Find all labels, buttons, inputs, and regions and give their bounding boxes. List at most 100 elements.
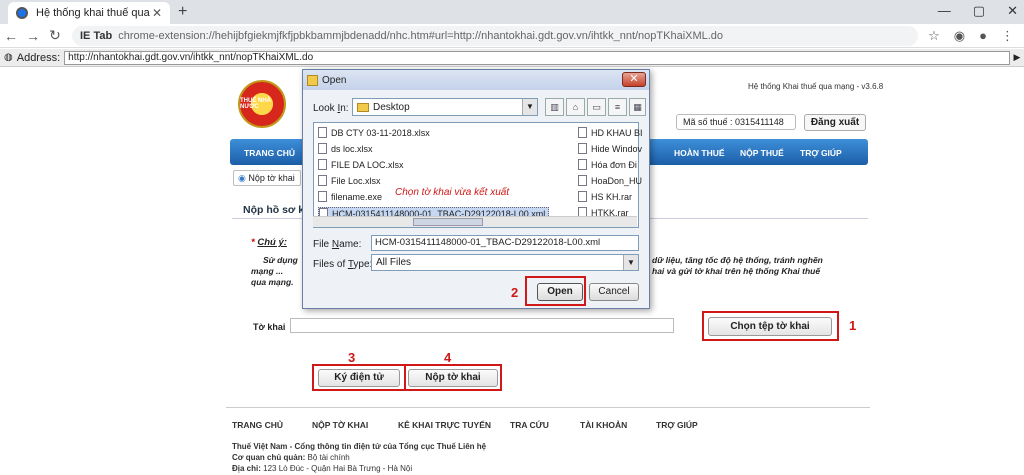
annotation-box-3 xyxy=(312,364,406,391)
tokhai-file-input[interactable] xyxy=(290,318,674,333)
footer-link-lookup[interactable]: TRA CỨU xyxy=(510,420,549,430)
list-item[interactable]: DB CTY 03-11-2018.xlsx xyxy=(318,127,430,138)
file-type-select[interactable]: All Files ▼ xyxy=(371,254,639,271)
footer-line-1: Thuế Việt Nam - Cổng thông tin điện tử c… xyxy=(232,442,487,451)
omnibox[interactable]: IE Tab chrome-extension://hehijbfgiekmjf… xyxy=(72,25,919,46)
list-item[interactable]: HD KHAU BI xyxy=(578,127,643,138)
list-item[interactable]: HoaDon_HU xyxy=(578,175,642,186)
browser-tab-strip: Hệ thống khai thuế qua mạng ✕ + — ▢ ✕ xyxy=(0,0,1024,24)
file-icon xyxy=(578,191,587,202)
note-line-2b: hai và gửi tờ khai trên hệ thống Khai th… xyxy=(652,266,821,276)
footer-link-online[interactable]: KÊ KHAI TRỰC TUYẾN xyxy=(398,420,491,430)
file-icon xyxy=(318,175,327,186)
reload-icon[interactable]: ↻ xyxy=(44,27,66,44)
footer-link-help[interactable]: TRỢ GIÚP xyxy=(656,420,698,430)
section-title: Nộp hồ sơ k xyxy=(243,204,305,216)
annotation-number-2: 2 xyxy=(511,285,519,300)
ie-tab-address-bar: ◍ Address: http://nhantokhai.gdt.gov.vn/… xyxy=(0,49,1024,67)
look-in-select[interactable]: Desktop ▼ xyxy=(352,98,538,116)
new-tab-icon[interactable]: + xyxy=(178,3,187,21)
tab-close-icon[interactable]: ✕ xyxy=(152,6,162,20)
footer-divider xyxy=(226,407,870,408)
horizontal-scrollbar[interactable] xyxy=(313,216,637,227)
file-icon xyxy=(578,175,587,186)
list-item[interactable]: HS KH.rar xyxy=(578,191,632,202)
go-icon[interactable]: ▶ xyxy=(1010,52,1024,63)
footer-link-submit[interactable]: NỘP TỜ KHAI xyxy=(312,420,368,430)
footer-line-2: Cơ quan chủ quản: Bộ tài chính xyxy=(232,453,350,462)
annotation-box-1 xyxy=(702,311,839,341)
note-line-3: qua mạng. xyxy=(251,277,294,287)
tax-code-value: 0315411148 xyxy=(735,117,784,127)
open-file-dialog: Open ✕ Look In: Desktop ▼ ▥ ⌂ ▭ ≡ ▦ DB C… xyxy=(302,69,650,309)
browser-tab[interactable]: Hệ thống khai thuế qua mạng ✕ xyxy=(8,2,170,24)
file-icon xyxy=(318,127,327,138)
file-icon xyxy=(318,143,327,154)
look-in-label: Look In: xyxy=(313,103,349,114)
menu-item-payment[interactable]: NỘP THUẾ xyxy=(740,148,784,158)
extension-icon[interactable]: ◉ xyxy=(954,28,965,44)
folder-icon xyxy=(357,102,369,112)
site-favicon-icon xyxy=(16,7,28,19)
up-folder-icon[interactable]: ▥ xyxy=(545,98,564,116)
file-icon xyxy=(318,191,327,202)
list-item[interactable]: Hide Windov xyxy=(578,143,642,154)
dialog-close-button[interactable]: ✕ xyxy=(622,72,646,87)
file-icon xyxy=(578,159,587,170)
breadcrumb-bullet-icon: ◉ xyxy=(238,173,246,183)
profile-icon[interactable]: ● xyxy=(979,28,987,44)
dialog-title: Open xyxy=(322,74,347,86)
note-line-1b: dữ liệu, tăng tốc độ hệ thống, tránh ngh… xyxy=(652,255,823,265)
tokhai-label: Tờ khai xyxy=(253,322,286,332)
scrollbar-thumb[interactable] xyxy=(413,218,483,226)
chevron-down-icon[interactable]: ▼ xyxy=(522,99,537,115)
note-line-2a: mạng ... xyxy=(251,266,284,276)
annotation-number-4: 4 xyxy=(444,350,452,365)
menu-item-refund[interactable]: HOÀN THUẾ xyxy=(674,148,725,158)
logout-button[interactable]: Đăng xuất xyxy=(804,114,866,131)
footer-link-account[interactable]: TÀI KHOẢN xyxy=(580,420,627,430)
annotation-number-3: 3 xyxy=(348,350,356,365)
list-item[interactable]: ds loc.xlsx xyxy=(318,143,373,154)
menu-icon[interactable]: ⋮ xyxy=(1001,28,1014,44)
window-controls: — ▢ ✕ xyxy=(938,3,1018,19)
tax-code-display: Mã số thuế : 0315411148 xyxy=(676,114,796,130)
cancel-button[interactable]: Cancel xyxy=(589,283,639,301)
note-label: * Chú ý: xyxy=(251,237,287,248)
chevron-down-icon[interactable]: ▼ xyxy=(623,255,638,270)
breadcrumb-label[interactable]: Nộp tờ khai xyxy=(248,173,294,183)
file-icon xyxy=(578,127,587,138)
list-item[interactable]: filename.exe xyxy=(318,191,382,202)
footer-link-home[interactable]: TRANG CHỦ xyxy=(232,420,283,430)
menu-item-help[interactable]: TRỢ GIÚP xyxy=(800,148,842,158)
dialog-title-bar[interactable]: Open xyxy=(303,70,649,90)
annotation-hint: Chọn tờ khai vừa kết xuất xyxy=(395,187,510,198)
file-list[interactable]: DB CTY 03-11-2018.xlsx ds loc.xlsx FILE … xyxy=(313,122,643,228)
minimize-icon[interactable]: — xyxy=(938,3,951,19)
list-view-icon[interactable]: ≡ xyxy=(608,98,627,116)
browser-toolbar: ← → ↻ IE Tab chrome-extension://hehijbfg… xyxy=(0,24,1024,48)
menu-item-home[interactable]: TRANG CHỦ xyxy=(244,148,295,158)
new-folder-icon[interactable]: ▭ xyxy=(587,98,606,116)
address-label: Address: xyxy=(16,51,61,64)
system-version: Hệ thống Khai thuế qua mạng - v3.6.8 xyxy=(748,82,884,91)
browser-extensions: ☆ ◉ ● ⋮ xyxy=(918,28,1024,44)
details-view-icon[interactable]: ▦ xyxy=(629,98,646,116)
list-item[interactable]: FILE DA LOC.xlsx xyxy=(318,159,404,170)
omnibox-url[interactable]: chrome-extension://hehijbfgiekmjfkfjpbkb… xyxy=(118,30,723,42)
home-icon[interactable]: ⌂ xyxy=(566,98,585,116)
list-item[interactable]: Hóa đơn Đi xyxy=(578,159,637,170)
file-name-input[interactable]: HCM-0315411148000-01_TBAC-D29122018-L00.… xyxy=(371,235,639,251)
star-icon[interactable]: ☆ xyxy=(928,28,940,44)
ie-tab-label: IE Tab xyxy=(80,29,113,42)
annotation-box-4 xyxy=(404,364,502,391)
dialog-app-icon xyxy=(307,74,318,86)
forward-icon[interactable]: → xyxy=(22,28,44,44)
back-icon[interactable]: ← xyxy=(0,28,22,44)
address-input[interactable]: http://nhantokhai.gdt.gov.vn/ihtkk_nnt/n… xyxy=(64,50,1010,65)
maximize-icon[interactable]: ▢ xyxy=(973,3,985,19)
list-item[interactable]: File Loc.xlsx xyxy=(318,175,381,186)
annotation-number-1: 1 xyxy=(849,318,857,333)
window-close-icon[interactable]: ✕ xyxy=(1007,3,1018,19)
file-icon xyxy=(318,159,327,170)
